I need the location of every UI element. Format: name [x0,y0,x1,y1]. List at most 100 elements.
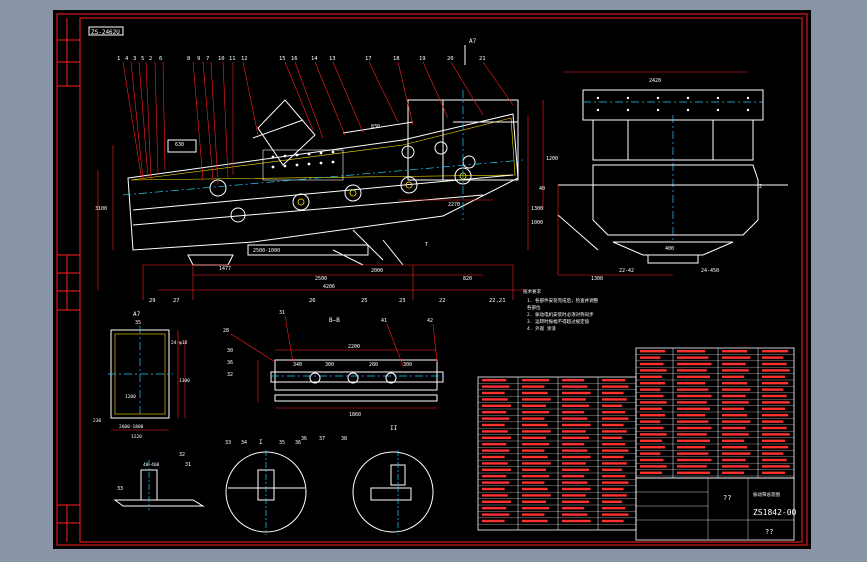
table-cell-text [640,420,661,423]
svg-text:2200: 2200 [348,344,360,350]
table-cell-text [602,519,624,523]
svg-text:400: 400 [665,246,674,252]
svg-text:17: 17 [365,56,372,62]
svg-text:5: 5 [141,56,144,62]
table-cell-text [640,401,667,404]
table-cell-text [762,465,790,468]
detail-3: II 36 37 38 [301,425,434,535]
svg-text:300: 300 [325,362,334,368]
table-cell-text [640,388,661,391]
table-cell-text [482,468,511,471]
table-cell-text [482,417,510,420]
table-cell-text [722,426,746,430]
svg-text:32: 32 [179,452,185,458]
svg-text:2600-1800: 2600-1800 [119,424,144,430]
svg-text:1300: 1300 [591,276,603,282]
table-cell-text [722,356,751,359]
title-block: ?? 振动筛总装图 ZS1842-00 ?? [635,477,797,541]
table-cell-text [762,420,784,423]
table-cell-text [562,500,589,503]
svg-text:630: 630 [175,142,184,148]
table-cell-text [722,420,751,423]
cad-viewport[interactable]: ZS-2462U A7 1 4 3 5 2 6 8 9 7 10 11 12 1… [53,10,811,549]
svg-text:41: 41 [381,318,387,324]
svg-text:11: 11 [229,56,236,62]
svg-text:22: 22 [439,298,446,304]
table-cell-text [562,430,586,433]
table-cell-text [482,423,505,427]
table-cell-text [602,507,626,510]
table-cell-text [640,458,664,462]
table-cell-text [762,362,787,366]
table-cell-text [640,394,664,398]
table-cell-text [640,446,666,449]
table-cell-text [722,471,744,474]
svg-text:3: 3 [133,56,136,62]
table-cell-text [677,388,709,391]
svg-text:1200: 1200 [546,156,558,162]
svg-text:20: 20 [447,56,454,62]
svg-text:40: 40 [539,186,545,192]
table-cell-text [722,452,751,455]
svg-text:1200: 1200 [125,394,136,400]
svg-text:6: 6 [159,56,162,62]
table-cell-text [640,382,666,385]
table-cell-text [562,513,588,516]
svg-text:37: 37 [319,436,325,442]
table-cell-text [677,452,709,455]
svg-text:35: 35 [279,440,285,446]
title-block-name: ?? [723,494,731,502]
table-cell-text [722,394,746,398]
table-cell-text [722,465,749,468]
svg-text:32: 32 [227,372,233,378]
table-cell-text [522,379,550,382]
table-cell-text [602,436,622,439]
table-cell-text [522,455,548,459]
table-cell-text [640,356,661,359]
svg-text:25: 25 [361,298,368,304]
table-cell-text [640,452,661,455]
table-cell-text [762,382,789,385]
table-cell-text [762,414,789,417]
table-cell-text [482,449,510,452]
svg-text:830: 830 [371,124,380,130]
svg-text:技术要求: 技术要求 [523,288,541,295]
svg-text:1. 各部件安装完成后，检查并调整: 1. 各部件安装完成后，检查并调整 [527,297,599,304]
table-cell-text [562,455,591,459]
table-cell-text [602,468,622,471]
svg-text:1300: 1300 [531,206,543,212]
header-tag: ZS-2462U [91,29,120,36]
table-cell-text [602,475,626,478]
table-cell-text [482,385,510,388]
table-cell-text [482,391,505,395]
table-cell-text [522,500,546,503]
table-cell-text [640,362,664,366]
table-cell-text [762,458,787,462]
table-cell-text [562,417,588,420]
svg-text:4206: 4206 [323,284,335,290]
cad-drawing-canvas[interactable]: ZS-2462U A7 1 4 3 5 2 6 8 9 7 10 11 12 1… [53,10,811,549]
svg-text:1860: 1860 [349,412,361,418]
svg-text:36: 36 [301,436,307,442]
side-view: 2420 1300 24-450 400 22-42 2 [557,71,788,282]
table-cell-text [482,455,505,459]
table-cell-text [677,401,707,404]
table-cell-text [722,439,744,442]
svg-text:2. 振动电机安装时必须对称同步: 2. 振动电机安装时必须对称同步 [527,311,594,318]
svg-text:22-42: 22-42 [619,268,634,274]
table-cell-text [762,375,785,378]
table-cell-text [562,494,586,497]
svg-text:22,21: 22,21 [489,298,506,304]
table-cell-text [677,375,710,378]
table-cell-text [677,439,710,442]
table-cell-text [522,417,545,420]
table-cell-text [602,455,624,459]
table-cell-text [482,462,508,465]
svg-text:30: 30 [227,348,233,354]
svg-text:21: 21 [479,56,486,62]
svg-text:27: 27 [173,298,180,304]
svg-text:36: 36 [227,360,233,366]
table-cell-text [562,481,588,484]
table-cell-text [602,398,627,401]
svg-text:3100: 3100 [95,206,107,212]
